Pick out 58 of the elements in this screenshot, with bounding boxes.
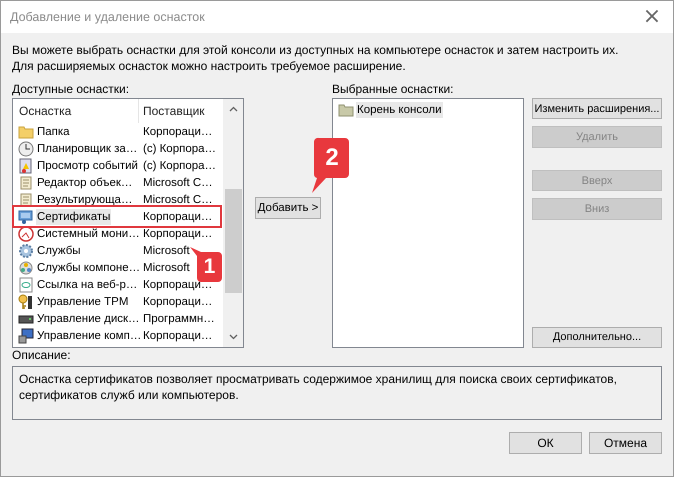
console-root-item[interactable]: Корень консоли <box>356 102 442 118</box>
folder-icon <box>18 124 34 140</box>
close-button[interactable]: × <box>637 3 667 31</box>
gear-icon <box>18 242 34 258</box>
scrollbar[interactable] <box>223 99 243 347</box>
snapin-vendor: Программн… <box>142 312 215 326</box>
snapin-name[interactable]: Планировщик за… <box>36 140 138 156</box>
snapin-name[interactable]: Управление комп… <box>36 328 142 344</box>
clock-icon <box>18 140 34 156</box>
callout-badge: 1 <box>189 246 223 282</box>
scroll-icon <box>18 174 34 190</box>
snapin-vendor: Microsoft <box>142 260 190 276</box>
callout-badge: 2 <box>310 136 350 194</box>
side-button[interactable]: Дополнительно... <box>532 326 662 348</box>
selected-label: Выбранные оснастки: <box>332 82 454 98</box>
column-header[interactable]: Поставщик <box>139 99 223 123</box>
snapin-vendor: (c) Корпора… <box>142 142 216 156</box>
snapin-vendor: Корпораци… <box>142 124 212 140</box>
snapin-name[interactable]: Службы компоне… <box>36 260 142 276</box>
scroll-up-icon[interactable] <box>228 106 238 112</box>
key-icon <box>18 294 34 310</box>
snapin-vendor: Microsoft C… <box>142 192 213 208</box>
computer-icon <box>18 328 34 344</box>
snapin-name[interactable]: Редактор объек… <box>36 174 134 190</box>
snapin-name[interactable]: Папка <box>36 124 71 140</box>
snapin-vendor: Microsoft C… <box>142 176 213 190</box>
snapin-name[interactable]: Службы <box>36 242 82 258</box>
available-label: Доступные оснастки: <box>12 82 130 98</box>
component-icon <box>18 260 34 276</box>
add-button[interactable]: Добавить > <box>255 197 321 219</box>
snapin-name[interactable]: Управление диск… <box>36 310 141 326</box>
snapin-name[interactable]: Управление TPM <box>36 294 130 310</box>
side-button[interactable]: Изменить расширения... <box>532 98 662 120</box>
log-icon <box>18 158 34 174</box>
snapin-vendor: Корпораци… <box>142 226 212 242</box>
dialog-button[interactable]: ОК <box>509 432 582 454</box>
window-title: Добавление и удаление оснасток <box>10 10 205 24</box>
scroll-down-icon[interactable] <box>228 334 238 340</box>
snapin-vendor: Корпораци… <box>142 328 212 344</box>
snapin-vendor: Microsoft <box>142 244 190 258</box>
snapin-vendor: Корпораци… <box>142 294 212 310</box>
snapin-vendor: Корпораци… <box>142 210 212 224</box>
description-text: Оснастка сертификатов позволяет просматривать содержимое хранилищ для поиска своих сертификатов, сертификатов служб или компьютеров. <box>19 371 618 403</box>
snapin-name[interactable]: Ссылка на веб-р… <box>36 276 138 292</box>
scroll-icon <box>18 192 34 208</box>
description-label: Описание: <box>12 348 72 364</box>
web-page-icon <box>18 276 34 292</box>
folder-icon <box>338 102 354 118</box>
snapin-name[interactable]: Сертификаты <box>36 208 112 224</box>
snapin-name[interactable]: Результирующа… <box>36 192 134 208</box>
intro-text: Вы можете выбрать оснастки для этой консоли из доступных на компьютере оснасток и затем настроить их. Для расширяемых оснасток можно настроить требуемое расширение. <box>12 42 620 75</box>
snapin-name[interactable]: Системный мони… <box>36 226 141 242</box>
column-header[interactable]: Оснастка <box>13 99 139 123</box>
certificate-icon <box>18 208 34 224</box>
scroll-thumb[interactable] <box>225 189 242 293</box>
snapin-vendor: (c) Корпора… <box>142 158 216 174</box>
snapin-name[interactable]: Просмотр событий <box>36 158 139 174</box>
dialog-button[interactable]: Отмена <box>589 432 662 454</box>
